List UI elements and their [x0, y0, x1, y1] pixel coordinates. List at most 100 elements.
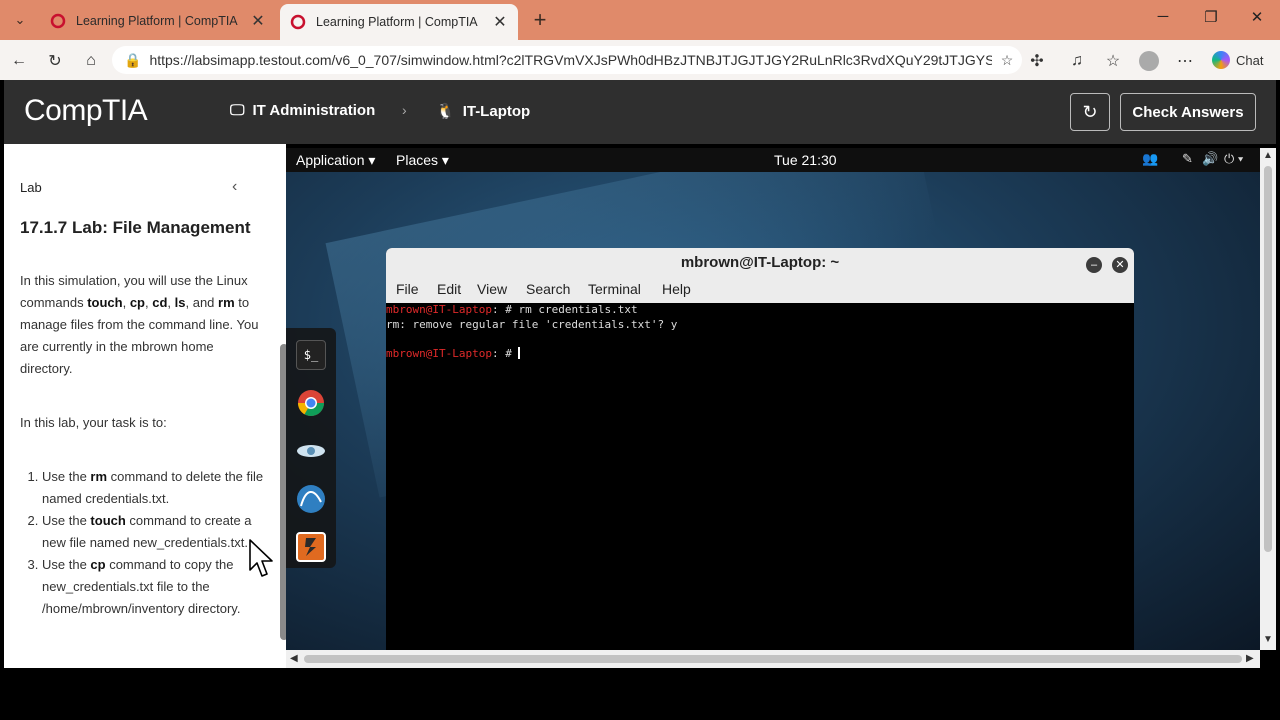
terminal-title: mbrown@IT-Laptop: ~: [386, 248, 1134, 278]
vertical-scrollbar[interactable]: ▲ ▼: [1260, 148, 1276, 650]
application-menu[interactable]: Application ▾: [296, 152, 375, 169]
intro-text: , and: [185, 295, 219, 310]
eye-icon[interactable]: [296, 436, 326, 466]
network-tool-icon[interactable]: ✎: [1182, 151, 1193, 167]
vertical-scroll-thumb[interactable]: [1264, 166, 1272, 552]
clock[interactable]: Tue 21:30: [774, 152, 837, 168]
scroll-right-icon[interactable]: ▶: [1246, 653, 1254, 664]
menu-search[interactable]: Search: [526, 281, 570, 297]
reading-icon[interactable]: ♫: [1066, 50, 1088, 72]
app-header: CompTIA 🖵 IT Administration › 🐧 IT-Lapto…: [4, 80, 1276, 144]
breadcrumb-it-laptop[interactable]: 🐧 IT-Laptop: [436, 102, 531, 121]
breadcrumb-it-administration[interactable]: 🖵 IT Administration: [230, 102, 375, 119]
tab-actions-menu-icon[interactable]: ⌄: [6, 7, 34, 33]
line-text: : #: [491, 346, 519, 360]
browser-tab-strip: ⌄ Learning Platform | CompTIA ✕ Learning…: [0, 0, 1280, 40]
comptia-favicon-icon: [290, 14, 306, 30]
power-icon[interactable]: ⏻ ▾: [1224, 151, 1243, 167]
favorites-icon[interactable]: ☆: [1102, 50, 1124, 72]
address-bar[interactable]: 🔒 https://labsimapp.testout.com/v6_0_707…: [112, 46, 1022, 74]
intro-text: ,: [122, 295, 130, 310]
terminal-window[interactable]: mbrown@IT-Laptop: ~ – ✕ File Edit View S…: [386, 248, 1134, 650]
terminal-line: mbrown@IT-Laptop: # rm credentials.txt: [386, 303, 1134, 318]
close-tab-icon[interactable]: ✕: [492, 12, 508, 32]
browser-tab-2[interactable]: Learning Platform | CompTIA ✕: [280, 4, 518, 40]
minimize-icon[interactable]: –: [1086, 257, 1102, 273]
horizontal-scrollbar[interactable]: ◀ ▶: [286, 650, 1260, 668]
bookmark-star-icon[interactable]: ☆: [992, 52, 1022, 69]
app-icon[interactable]: [296, 532, 326, 562]
reset-lab-button[interactable]: ↻: [1070, 93, 1110, 131]
mouse-pointer-icon: [249, 539, 273, 577]
cmd-touch: touch: [87, 295, 123, 310]
breadcrumb-label: IT-Laptop: [462, 102, 531, 120]
refresh-icon[interactable]: ↻: [44, 50, 66, 72]
extensions-icon[interactable]: ✣: [1026, 50, 1048, 72]
home-icon[interactable]: ⌂: [80, 50, 102, 72]
users-icon[interactable]: 👥: [1142, 151, 1158, 167]
comptia-favicon-icon: [50, 13, 66, 29]
restore-window-icon[interactable]: ❐: [1188, 8, 1234, 26]
volume-icon[interactable]: 🔊: [1202, 151, 1218, 167]
line-text: : # rm credentials.txt: [491, 303, 638, 316]
close-window-icon[interactable]: ✕: [1234, 8, 1280, 26]
cmd-cp: cp: [129, 295, 145, 310]
menu-file[interactable]: File: [396, 281, 419, 297]
new-tab-icon[interactable]: +: [528, 8, 552, 32]
menu-view[interactable]: View: [477, 281, 507, 297]
task-text: Use the: [42, 513, 91, 528]
task-list: Use the rm command to delete the file na…: [20, 466, 266, 620]
more-menu-icon[interactable]: ⋯: [1174, 50, 1196, 72]
chat-label: Chat: [1236, 52, 1264, 68]
lab-title: 17.1.7 Lab: File Management: [20, 218, 251, 237]
check-answers-button[interactable]: Check Answers: [1120, 93, 1256, 131]
prompt-user: mbrown@IT-Laptop: [386, 346, 492, 360]
browser-tab-1[interactable]: Learning Platform | CompTIA ✕: [40, 6, 276, 36]
linux-icon: 🐧: [436, 103, 455, 120]
task-command: rm: [90, 469, 108, 484]
profile-avatar-icon[interactable]: [1138, 50, 1160, 72]
menu-terminal[interactable]: Terminal: [588, 281, 641, 297]
places-menu[interactable]: Places ▾: [396, 152, 449, 169]
copilot-chat-button[interactable]: Chat: [1208, 46, 1274, 74]
terminal-line: mbrown@IT-Laptop: #: [386, 346, 1134, 362]
menu-edit[interactable]: Edit: [437, 281, 461, 297]
terminal-icon[interactable]: $_: [296, 340, 326, 370]
scroll-down-icon[interactable]: ▼: [1263, 634, 1273, 645]
lab-instructions-panel: Lab ‹ 17.1.7 Lab: File Management In thi…: [4, 144, 286, 668]
lock-icon: 🔒: [124, 51, 142, 68]
task-text: Use the: [42, 557, 91, 572]
task-command: cp: [90, 557, 106, 572]
horizontal-scroll-thumb[interactable]: [304, 655, 1242, 663]
collapse-panel-icon[interactable]: ‹: [232, 178, 237, 196]
close-tab-icon[interactable]: ✕: [250, 11, 266, 31]
close-icon[interactable]: ✕: [1112, 257, 1128, 273]
devices-icon: 🖵: [230, 102, 245, 119]
terminal-output[interactable]: mbrown@IT-Laptop: # rm credentials.txt r…: [386, 303, 1134, 361]
back-icon[interactable]: ←: [8, 50, 30, 72]
tab-title: Learning Platform | CompTIA: [316, 15, 478, 29]
menu-help[interactable]: Help: [662, 281, 691, 297]
chrome-icon[interactable]: [296, 388, 326, 418]
text-cursor: [518, 346, 521, 359]
prompt-user: mbrown@IT-Laptop: [386, 303, 492, 316]
minimize-window-icon[interactable]: ─: [1140, 8, 1186, 25]
scroll-left-icon[interactable]: ◀: [290, 653, 298, 664]
copilot-icon: [1212, 51, 1230, 69]
task-text: Use the: [42, 469, 91, 484]
lab-intro: In this simulation, you will use the Lin…: [20, 270, 266, 380]
cmd-ls: ls: [174, 295, 186, 310]
cmd-cd: cd: [152, 295, 168, 310]
gnome-top-bar: Application ▾ Places ▾ Tue 21:30 👥 ✎ 🔊 ⏻…: [286, 148, 1260, 172]
breadcrumb-separator-icon: ›: [402, 102, 407, 118]
intro-text: ,: [167, 295, 175, 310]
dock: $_: [286, 328, 336, 568]
cmd-rm: rm: [218, 295, 235, 310]
scroll-up-icon[interactable]: ▲: [1263, 150, 1273, 161]
task-item: Use the rm command to delete the file na…: [42, 466, 266, 510]
line-text: rm: remove regular file 'credentials.txt…: [386, 317, 678, 331]
linux-desktop: Application ▾ Places ▾ Tue 21:30 👥 ✎ 🔊 ⏻…: [286, 148, 1260, 650]
task-item: Use the cp command to copy the new_crede…: [42, 554, 266, 620]
network-icon[interactable]: [296, 484, 326, 514]
